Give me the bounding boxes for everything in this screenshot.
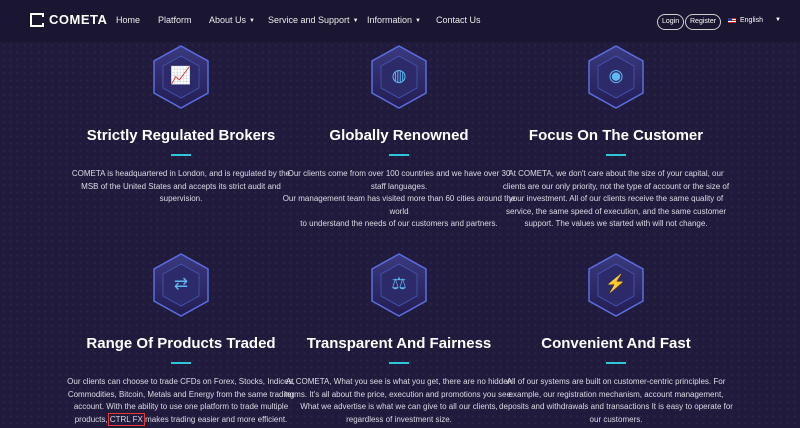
feature-title: Strictly Regulated Brokers: [86, 127, 276, 144]
feature-description: Our clients come from over 100 countries…: [282, 169, 516, 228]
globe-icon: ◍: [391, 66, 407, 85]
logo-icon: [30, 12, 44, 27]
brand-logo[interactable]: COMETA: [30, 12, 107, 27]
feature-description: Our clients can choose to trade CFDs on …: [67, 377, 295, 426]
nav-information[interactable]: Information ▼: [367, 15, 421, 25]
hex-badge: ◉: [586, 44, 646, 110]
title-underline: [389, 362, 409, 364]
title-underline: [171, 362, 191, 364]
heartbeat-monitor-icon: 📈: [170, 66, 192, 85]
feature-description: At COMETA, we don't care about the size …: [502, 169, 730, 228]
nav-contact-us[interactable]: Contact Us: [436, 15, 481, 25]
login-button[interactable]: Login: [657, 14, 685, 30]
hex-badge: 📈: [151, 44, 211, 110]
feature-transparent-fairness: ⚖ Transparent And Fairness At COMETA, Wh…: [279, 252, 519, 426]
feature-description: COMETA is headquartered in London, and i…: [71, 169, 291, 203]
feature-focus-customer: ◉ Focus On The Customer At COMETA, we do…: [496, 44, 736, 231]
caret-down-icon: ▼: [352, 18, 359, 24]
feature-globally-renowned: ◍ Globally Renowned Our clients come fro…: [279, 44, 519, 231]
caret-down-icon: ▼: [415, 18, 421, 24]
feature-range-products: ⇄ Range Of Products Traded Our clients c…: [61, 252, 301, 426]
feature-regulated: 📈 Strictly Regulated Brokers COMETA is h…: [61, 44, 301, 206]
nav-service-support[interactable]: Service and Support ▼: [268, 15, 359, 25]
target-icon: ◉: [608, 66, 624, 85]
nav-about-us[interactable]: About Us ▼: [209, 15, 255, 25]
hex-badge: ◍: [369, 44, 429, 110]
feature-description: All of our systems are built on customer…: [499, 377, 733, 424]
language-label: English: [740, 17, 763, 24]
top-navbar: COMETA Home Platform About Us ▼ Service a…: [0, 0, 800, 42]
title-underline: [606, 154, 626, 156]
brand-name: COMETA: [49, 12, 108, 27]
title-underline: [606, 362, 626, 364]
language-selector[interactable]: English ▼: [728, 17, 781, 24]
title-underline: [171, 154, 191, 156]
lightning-bolt-icon: ⚡: [605, 274, 627, 293]
hex-badge: ⚡: [586, 252, 646, 318]
nav-home[interactable]: Home: [116, 15, 140, 25]
caret-down-icon: ▼: [249, 18, 255, 24]
caret-down-icon: ▼: [774, 16, 781, 23]
feature-title: Range Of Products Traded: [86, 335, 276, 352]
feature-title: Focus On The Customer: [528, 127, 704, 144]
title-underline: [389, 154, 409, 156]
feature-convenient-fast: ⚡ Convenient And Fast All of our systems…: [496, 252, 736, 426]
exchange-arrows-icon: ⇄: [173, 274, 189, 293]
nav-platform[interactable]: Platform: [158, 15, 192, 25]
balance-scale-icon: ⚖: [391, 274, 407, 293]
register-button[interactable]: Register: [685, 14, 722, 30]
feature-title: Convenient And Fast: [541, 335, 691, 352]
feature-title: Transparent And Fairness: [306, 335, 492, 352]
hex-badge: ⇄: [151, 252, 211, 318]
feature-description: At COMETA, What you see is what you get,…: [284, 377, 514, 424]
hex-badge: ⚖: [369, 252, 429, 318]
ctrl-fx-highlight: CTRL FX: [107, 412, 145, 426]
feature-title: Globally Renowned: [329, 127, 469, 144]
us-flag-icon: [728, 18, 736, 23]
